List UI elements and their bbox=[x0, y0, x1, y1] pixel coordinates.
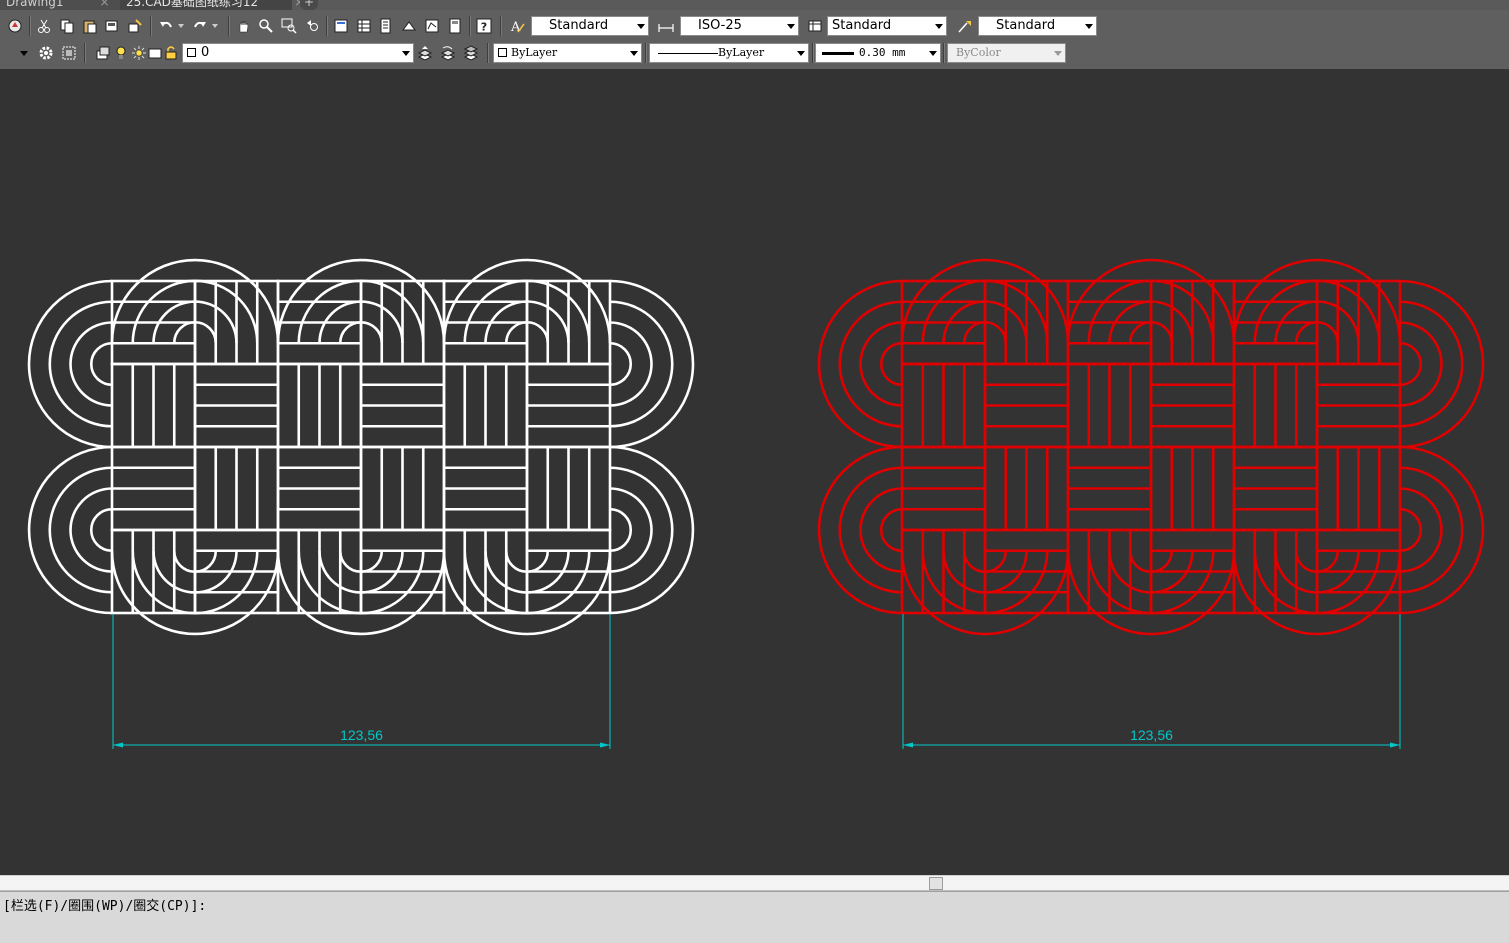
svg-text:?: ? bbox=[481, 21, 487, 34]
tab-label: Drawing1 bbox=[6, 0, 64, 9]
close-icon[interactable]: × bbox=[100, 0, 110, 9]
loop-arc bbox=[609, 341, 633, 387]
text-style-select[interactable]: Standard bbox=[531, 16, 649, 36]
make-current-icon[interactable] bbox=[415, 43, 435, 63]
plot-style-select: ByColor bbox=[947, 43, 1066, 63]
linetype-select[interactable]: ByLayer bbox=[649, 43, 809, 63]
layer-isolate-icon[interactable] bbox=[461, 43, 481, 63]
cut-icon[interactable] bbox=[34, 16, 54, 36]
tab-drawing1[interactable]: Drawing1 × bbox=[0, 0, 122, 10]
design-center-icon[interactable] bbox=[354, 16, 374, 36]
horizontal-scrollbar[interactable] bbox=[0, 875, 1509, 891]
command-prompt: [栏选(F)/圈围(WP)/圈交(CP)]: bbox=[3, 899, 207, 914]
viewport-freeze-icon[interactable] bbox=[148, 43, 162, 63]
loop-arc bbox=[609, 300, 674, 428]
text-style-icon[interactable]: A bbox=[507, 16, 527, 36]
sun-icon[interactable] bbox=[131, 43, 147, 63]
new-tab-button[interactable]: + bbox=[300, 0, 318, 10]
loop-arc bbox=[879, 507, 903, 553]
undo-icon[interactable] bbox=[156, 16, 176, 36]
zoom-previous-icon[interactable] bbox=[303, 16, 323, 36]
knot-drawing-white[interactable] bbox=[27, 258, 695, 636]
zoom-realtime-icon[interactable] bbox=[256, 16, 276, 36]
workspace-dropdown-icon[interactable] bbox=[16, 43, 32, 63]
tool-palettes-icon[interactable] bbox=[376, 16, 396, 36]
loop-arc bbox=[1399, 341, 1423, 387]
loop-arc bbox=[838, 300, 903, 428]
arrowhead-icon bbox=[113, 742, 123, 748]
chevron-down-icon bbox=[402, 51, 410, 56]
properties-icon[interactable] bbox=[331, 16, 351, 36]
chevron-down-icon bbox=[935, 24, 943, 29]
loop-arc bbox=[879, 341, 903, 387]
loop-arc bbox=[838, 466, 903, 594]
app-icon[interactable] bbox=[5, 16, 25, 36]
tab-current-drawing[interactable]: 25.CAD基础图纸练习12× bbox=[120, 0, 304, 10]
sheet-set-icon[interactable] bbox=[399, 16, 419, 36]
zoom-window-icon[interactable] bbox=[279, 16, 299, 36]
markup-icon[interactable] bbox=[422, 16, 442, 36]
loop-arc bbox=[1399, 466, 1464, 594]
chevron-down-icon bbox=[929, 51, 937, 56]
table-style-icon[interactable] bbox=[805, 16, 825, 36]
arrowhead-icon bbox=[600, 742, 610, 748]
multileader-style-select[interactable]: Standard bbox=[978, 16, 1097, 36]
lock-icon[interactable] bbox=[164, 43, 178, 63]
dimension-text: 123,56 bbox=[340, 727, 383, 743]
layer-properties-icon[interactable] bbox=[59, 43, 79, 63]
paste-icon[interactable] bbox=[80, 16, 100, 36]
undo-dropdown-icon[interactable] bbox=[176, 16, 186, 36]
chevron-down-icon bbox=[1085, 24, 1093, 29]
redo-dropdown-icon[interactable] bbox=[210, 16, 220, 36]
chevron-down-icon bbox=[1054, 51, 1062, 56]
scrollbar-thumb[interactable] bbox=[929, 877, 943, 890]
calculator-icon[interactable] bbox=[445, 16, 465, 36]
dim-style-icon[interactable] bbox=[656, 16, 676, 36]
arrowhead-icon bbox=[903, 742, 913, 748]
dim-style-select[interactable]: ISO-25 bbox=[680, 16, 799, 36]
table-style-select[interactable]: Standard bbox=[827, 16, 947, 36]
loop-arc bbox=[1399, 300, 1464, 428]
dimension-text: 123,56 bbox=[1130, 727, 1173, 743]
document-tab-bar: Drawing1 × 25.CAD基础图纸练习12× + bbox=[0, 0, 1509, 10]
knot-drawing-red[interactable] bbox=[817, 258, 1485, 636]
match-properties-icon[interactable] bbox=[102, 16, 122, 36]
tab-label: 25.CAD基础图纸练习12 bbox=[126, 0, 259, 9]
multileader-style-icon[interactable] bbox=[955, 16, 975, 36]
color-swatch-icon bbox=[187, 48, 196, 57]
color-swatch-icon bbox=[498, 48, 507, 57]
loop-arc bbox=[1399, 507, 1423, 553]
toolbar-area: ? A Standard ISO-25 Standard Standard 0 … bbox=[0, 10, 1509, 69]
chevron-down-icon bbox=[630, 51, 638, 56]
drawing-canvas[interactable]: 123,56 123,56 bbox=[0, 69, 1509, 875]
lineweight-sample bbox=[822, 52, 854, 55]
chevron-down-icon bbox=[797, 51, 805, 56]
loop-arc bbox=[89, 341, 113, 387]
arrowhead-icon bbox=[1390, 742, 1400, 748]
loop-arc bbox=[48, 466, 113, 594]
loop-arc bbox=[89, 507, 113, 553]
svg-text:A: A bbox=[510, 20, 521, 34]
layer-states-icon[interactable] bbox=[93, 43, 113, 63]
help-icon[interactable]: ? bbox=[474, 16, 494, 36]
pan-icon[interactable] bbox=[234, 16, 254, 36]
chevron-down-icon bbox=[637, 24, 645, 29]
copy-icon[interactable] bbox=[57, 16, 77, 36]
model-space[interactable]: 123,56 123,56 bbox=[0, 69, 1509, 875]
loop-arc bbox=[609, 466, 674, 594]
loop-arc bbox=[48, 300, 113, 428]
loop-arc bbox=[609, 507, 633, 553]
chevron-down-icon bbox=[787, 24, 795, 29]
layer-select[interactable]: 0 bbox=[182, 43, 414, 63]
color-select[interactable]: ByLayer bbox=[493, 43, 642, 63]
redo-icon[interactable] bbox=[190, 16, 210, 36]
layer-previous-icon[interactable] bbox=[438, 43, 458, 63]
lineweight-select[interactable]: 0.30 mm bbox=[815, 43, 941, 63]
gear-icon[interactable] bbox=[36, 43, 56, 63]
command-line[interactable]: [栏选(F)/圈围(WP)/圈交(CP)]: bbox=[0, 891, 1509, 943]
block-editor-icon[interactable] bbox=[125, 16, 145, 36]
lightbulb-icon[interactable] bbox=[114, 43, 128, 63]
linetype-sample bbox=[658, 53, 718, 54]
